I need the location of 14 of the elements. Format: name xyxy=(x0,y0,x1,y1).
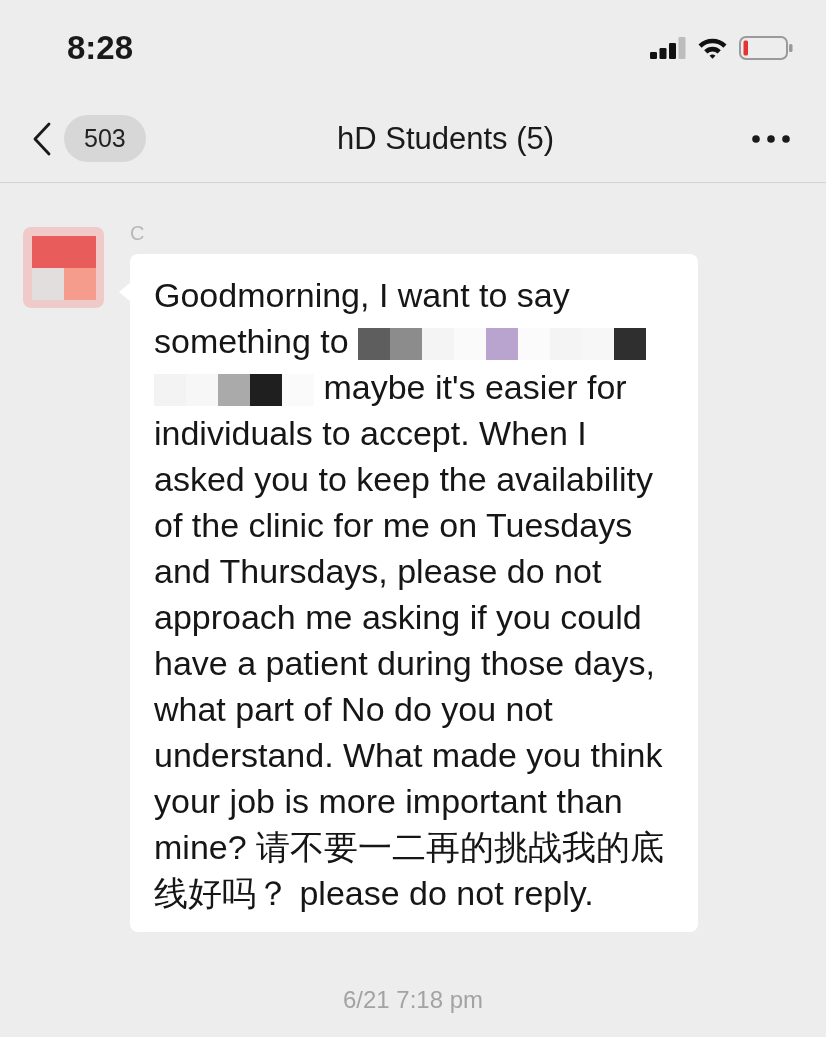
battery-icon xyxy=(739,35,793,60)
status-time: 8:28 xyxy=(67,31,134,64)
signal-icon xyxy=(650,36,686,59)
chat-title: hD Students (5) xyxy=(337,119,555,158)
wifi-icon xyxy=(697,36,728,59)
message-text: something to xyxy=(154,322,349,360)
more-dots-icon xyxy=(752,134,790,143)
chevron-left-icon xyxy=(33,121,51,156)
unread-count-badge: 503 xyxy=(64,115,146,162)
avatar-drawing[interactable] xyxy=(23,227,104,308)
message-text: individuals to accept. When I asked you to keep the availability of the clinic for me on Tuesdays and Thursdays, please do not approach me asking if you could have a patient during those days, what part of No do you not understand. What made you think your job is more important than mine? 请不要一二再的挑战我的底线好吗？ please do not reply. xyxy=(154,414,665,912)
message-text: Goodmorning, I want to say xyxy=(154,276,570,314)
message-timestamp: 6/21 7:18 pm xyxy=(342,986,484,1014)
message-text: maybe it's easier for xyxy=(323,368,627,406)
